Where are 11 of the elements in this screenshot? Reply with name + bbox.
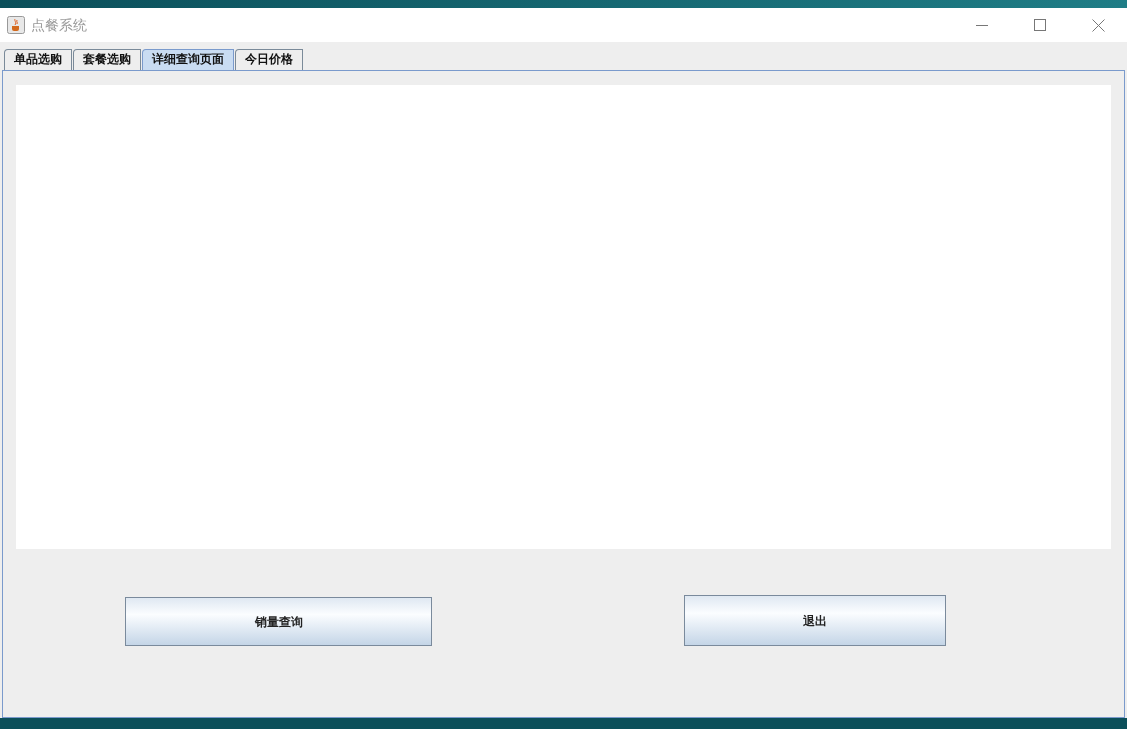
- action-button[interactable]: 退出: [684, 595, 946, 646]
- window-title: 点餐系统: [31, 15, 87, 35]
- java-cup-icon: [7, 16, 25, 34]
- tab[interactable]: 今日价格: [235, 49, 303, 70]
- close-icon[interactable]: [1091, 18, 1105, 32]
- action-button[interactable]: 销量查询: [125, 597, 432, 646]
- maximize-icon[interactable]: [1034, 19, 1046, 31]
- minimize-icon[interactable]: [976, 24, 988, 26]
- tab[interactable]: 详细查询页面: [142, 49, 234, 70]
- tab[interactable]: 单品选购: [4, 49, 72, 70]
- tab[interactable]: 套餐选购: [73, 49, 141, 70]
